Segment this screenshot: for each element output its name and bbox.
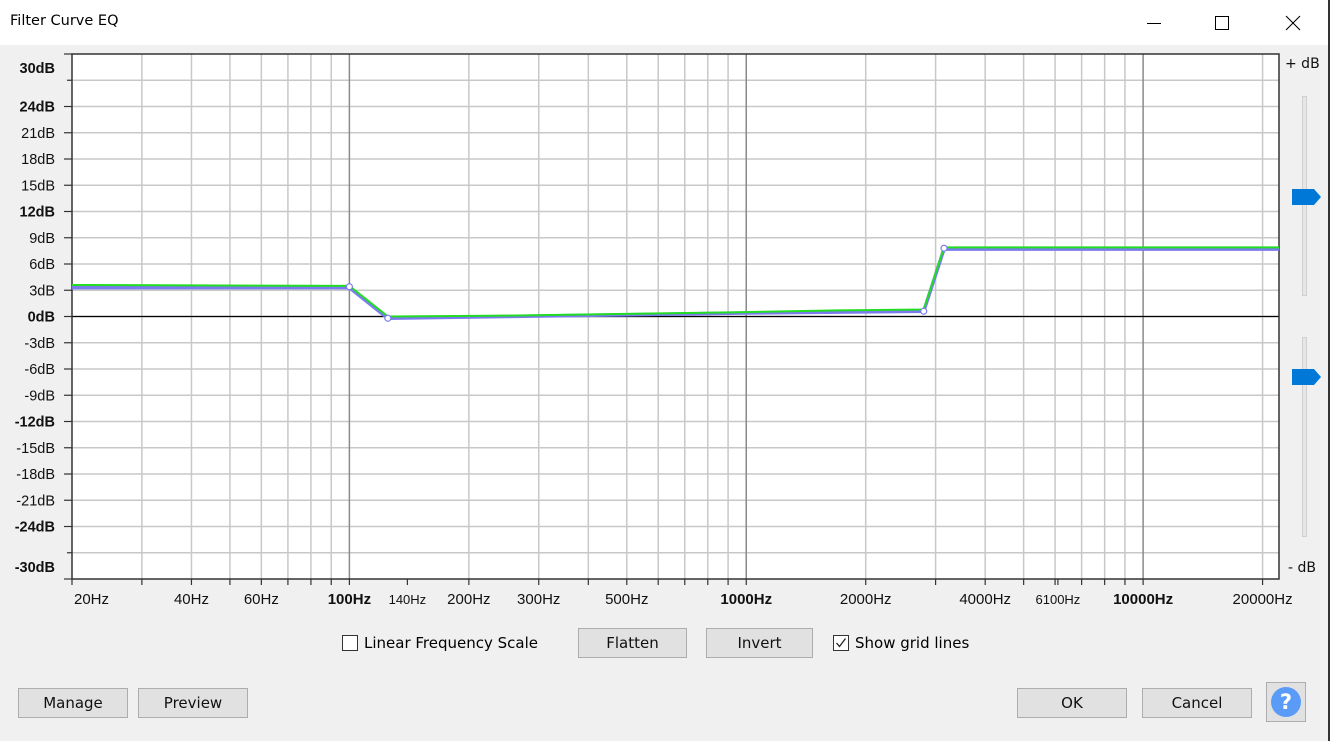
- x-tick-label: 4000Hz: [959, 591, 1011, 608]
- x-tick-label: 60Hz: [244, 591, 279, 608]
- x-tick-label: 10000Hz: [1113, 591, 1173, 608]
- y-tick-label: 3dB: [29, 283, 55, 299]
- checkbox-box[interactable]: [342, 635, 358, 651]
- x-tick-label: 1000Hz: [720, 591, 772, 608]
- y-tick-label: 9dB: [29, 231, 55, 247]
- x-tick-label: 200Hz: [447, 591, 490, 608]
- y-tick-label: 0dB: [28, 310, 55, 326]
- y-tick-label: 18dB: [21, 152, 55, 168]
- y-tick-label: 6dB: [29, 257, 55, 273]
- linear-frequency-scale-label: Linear Frequency Scale: [364, 634, 539, 652]
- x-tick-label: 500Hz: [605, 591, 648, 608]
- x-tick-label: 2000Hz: [840, 591, 892, 608]
- y-tick-label: -18dB: [16, 467, 55, 483]
- max-db-slider-thumb[interactable]: [1292, 189, 1322, 205]
- help-button[interactable]: ?: [1266, 682, 1306, 722]
- flatten-button[interactable]: Flatten: [578, 628, 687, 658]
- checkmark-icon: [836, 638, 847, 648]
- checkbox-box[interactable]: [833, 635, 849, 651]
- y-tick-label: 21dB: [21, 126, 55, 142]
- y-tick-label: 12dB: [20, 205, 55, 221]
- y-tick-label: -6dB: [24, 362, 55, 378]
- show-grid-lines-checkbox[interactable]: Show grid lines: [833, 634, 969, 652]
- eq-curve-chart[interactable]: 30dB 24dB 21dB 18dB 15dB 12dB 9dB 6dB 3dB 0dB -3dB…: [0, 0, 1330, 620]
- show-grid-lines-label: Show grid lines: [855, 634, 970, 652]
- manage-button[interactable]: Manage: [18, 688, 128, 718]
- max-db-label: + dB: [1285, 56, 1320, 72]
- y-tick-label: -24dB: [15, 520, 55, 536]
- x-tick-label: 140Hz: [389, 592, 427, 607]
- y-tick-label: -30dB: [15, 560, 55, 576]
- curve-control-point[interactable]: [384, 314, 392, 322]
- x-tick-label: 20Hz: [74, 591, 109, 608]
- y-tick-label: -12dB: [15, 415, 55, 431]
- help-icon: ?: [1271, 687, 1301, 717]
- min-db-slider-track[interactable]: [1302, 337, 1307, 537]
- y-tick-label: 30dB: [20, 61, 55, 77]
- y-tick-label: -9dB: [24, 388, 55, 404]
- curve-control-point[interactable]: [940, 244, 948, 252]
- x-tick-label: 20000Hz: [1233, 591, 1293, 608]
- x-tick-label: 100Hz: [328, 591, 371, 608]
- y-tick-label: -3dB: [24, 336, 55, 352]
- x-tick-label: 300Hz: [517, 591, 560, 608]
- preview-button[interactable]: Preview: [138, 688, 248, 718]
- invert-button[interactable]: Invert: [706, 628, 813, 658]
- x-tick-label: 6100Hz: [1036, 592, 1081, 607]
- y-tick-label: 15dB: [21, 178, 55, 194]
- min-db-slider-thumb[interactable]: [1292, 369, 1322, 385]
- curve-control-point[interactable]: [345, 283, 353, 291]
- y-tick-label: 24dB: [20, 100, 55, 116]
- y-tick-label: -21dB: [16, 493, 55, 509]
- y-tick-label: -15dB: [16, 441, 55, 457]
- linear-frequency-scale-checkbox[interactable]: Linear Frequency Scale: [342, 634, 538, 652]
- min-db-label: - dB: [1288, 560, 1316, 576]
- ok-button[interactable]: OK: [1017, 688, 1127, 718]
- cancel-button[interactable]: Cancel: [1142, 688, 1252, 718]
- curve-control-point[interactable]: [920, 307, 928, 315]
- x-tick-label: 40Hz: [174, 591, 209, 608]
